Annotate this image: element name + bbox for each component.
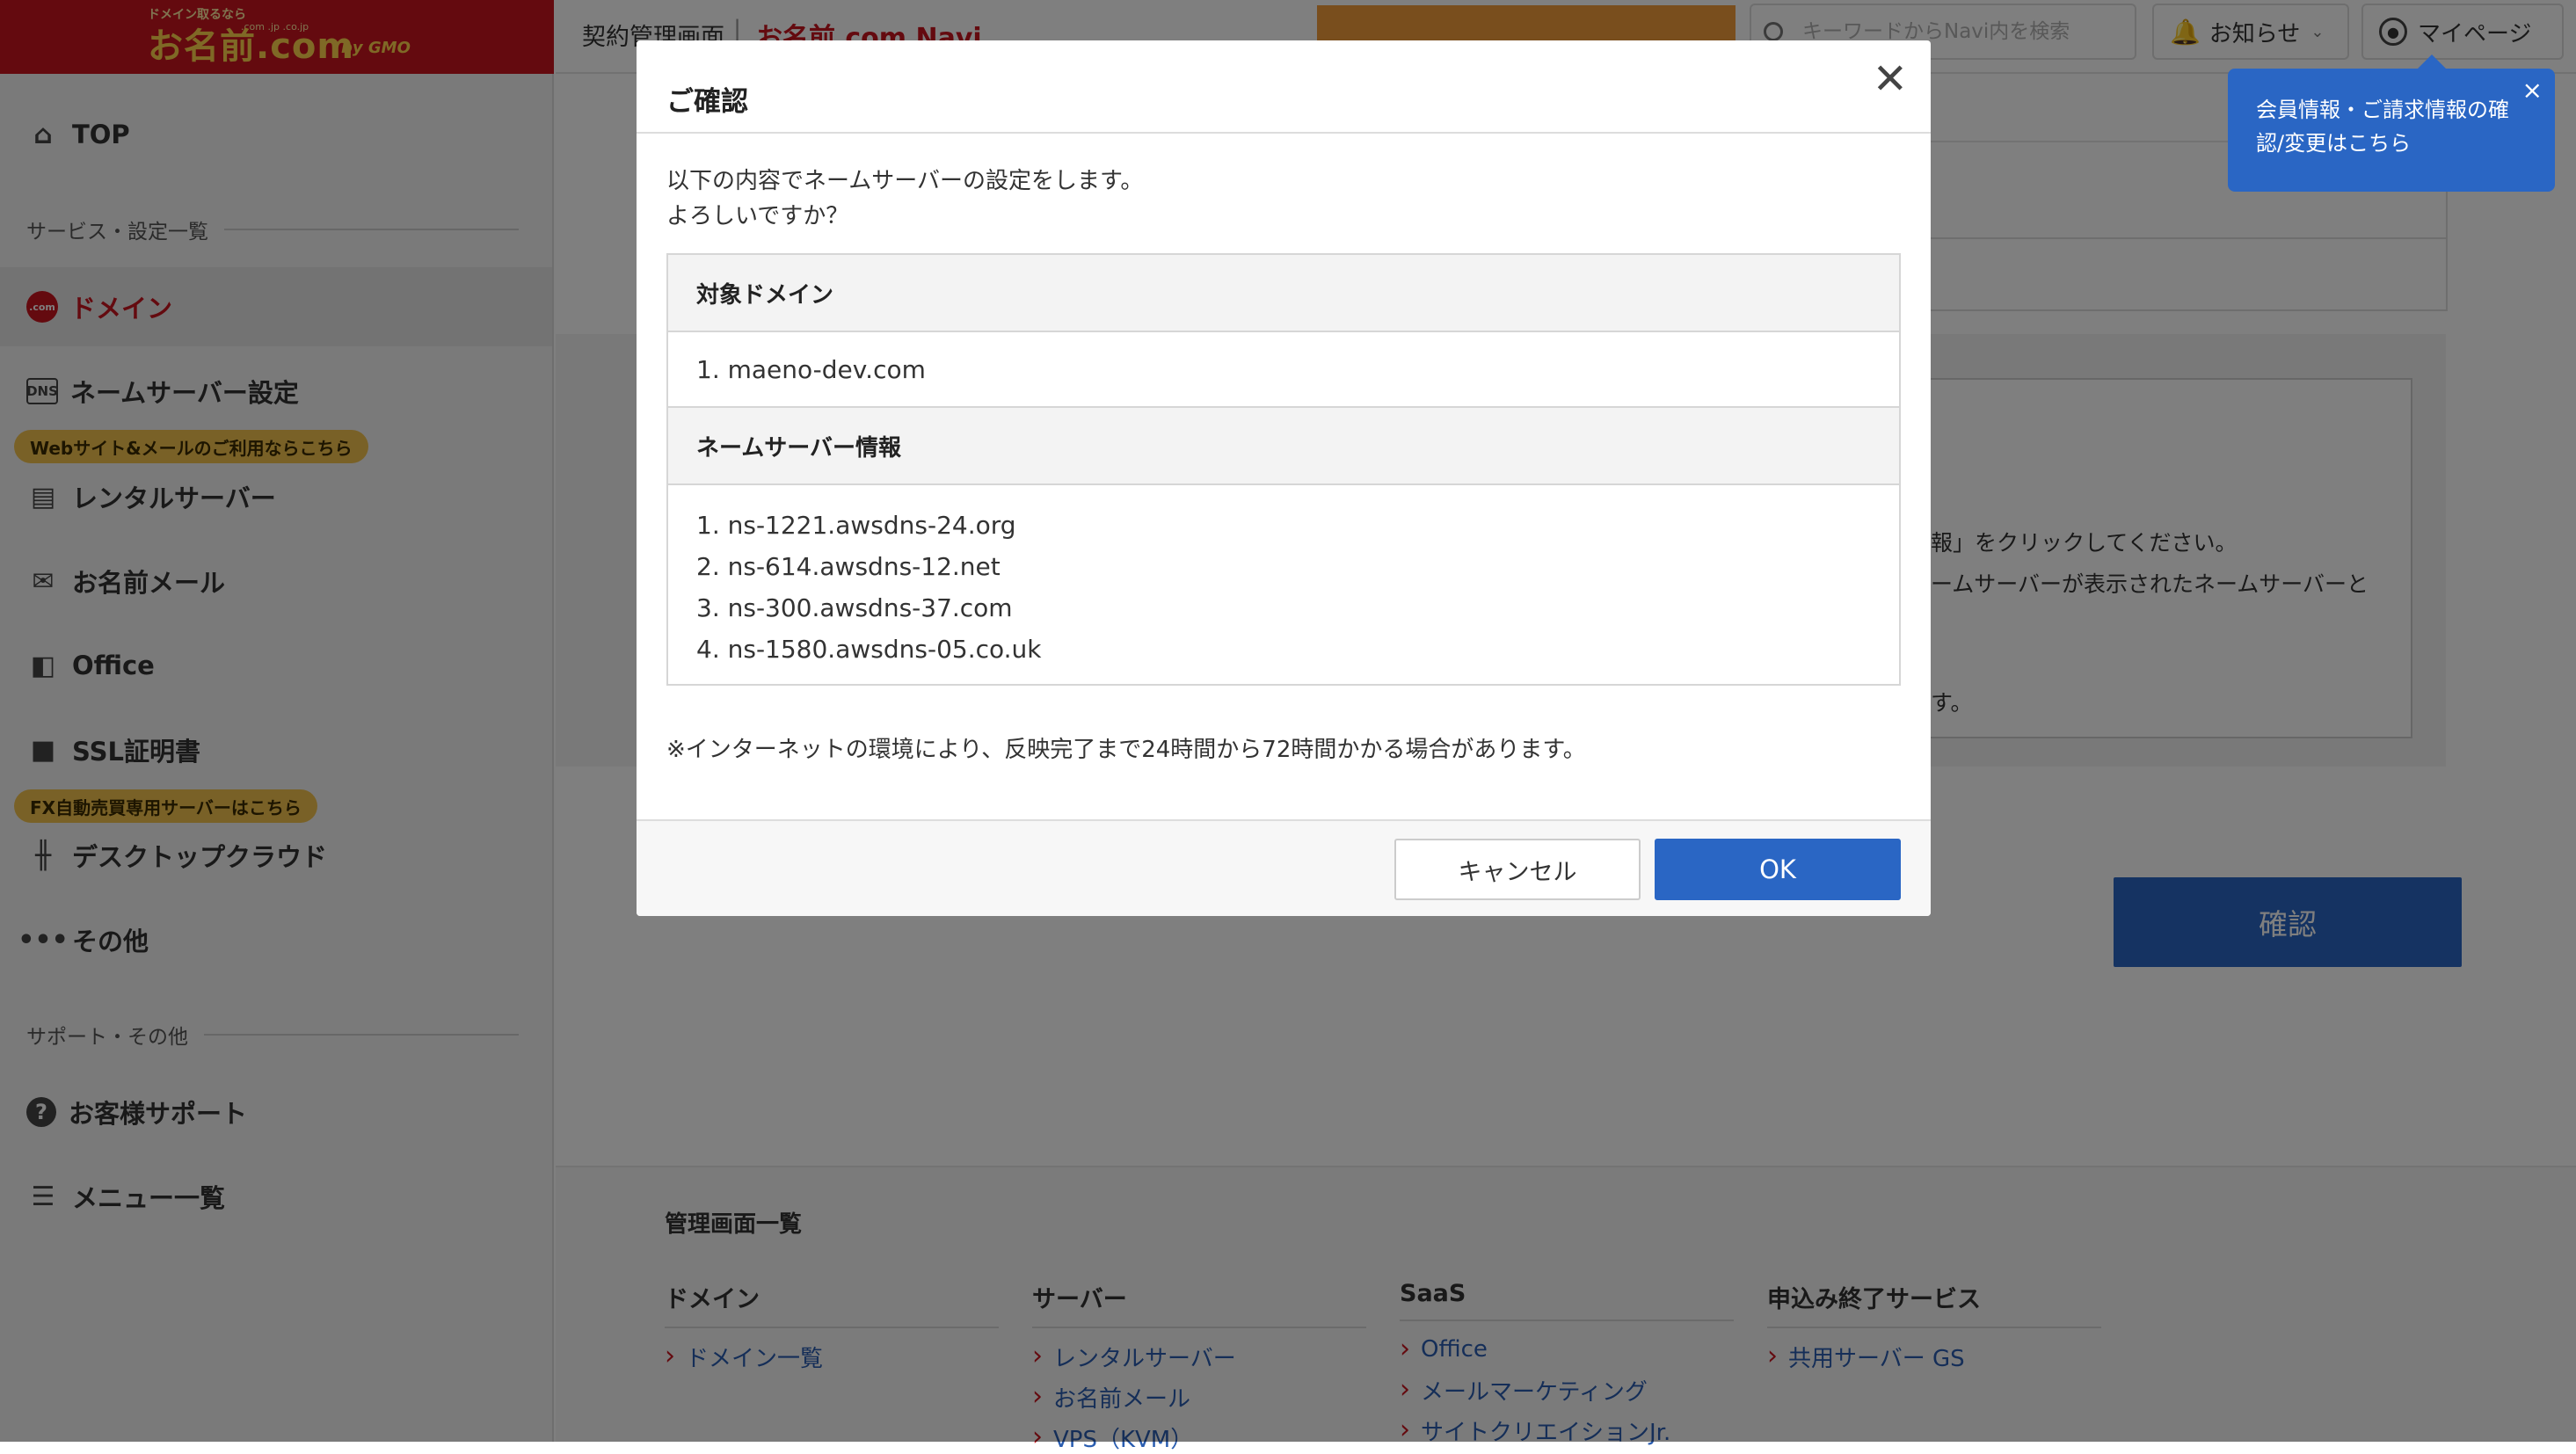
- nameserver-item: 4. ns-1580.awsdns-05.co.uk: [696, 629, 1899, 670]
- nameserver-item: 1. ns-1221.awsdns-24.org: [696, 505, 1899, 546]
- mypage-tooltip[interactable]: 会員情報・ご請求情報の確認/変更はこちら ×: [2228, 69, 2555, 192]
- nameserver-item: 2. ns-614.awsdns-12.net: [696, 546, 1899, 587]
- domain-header: 対象ドメイン: [668, 255, 1899, 332]
- nameserver-list: 1. ns-1221.awsdns-24.org 2. ns-614.awsdn…: [668, 485, 1899, 684]
- dialog-footer: キャンセル OK: [637, 819, 1931, 916]
- dialog-message: 以下の内容でネームサーバーの設定をします。 よろしいですか？: [666, 164, 1143, 234]
- nameserver-item: 3. ns-300.awsdns-37.com: [696, 587, 1899, 629]
- settings-summary-table: 対象ドメイン 1. maeno-dev.com ネームサーバー情報 1. ns-…: [666, 253, 1901, 686]
- cancel-button[interactable]: キャンセル: [1394, 839, 1641, 900]
- tooltip-text: 会員情報・ご請求情報の確認/変更はこちら: [2256, 98, 2509, 156]
- nameserver-header: ネームサーバー情報: [668, 408, 1899, 485]
- dialog-note: ※インターネットの環境により、反映完了まで24時間から72時間かかる場合がありま…: [666, 731, 1586, 764]
- domain-value: 1. maeno-dev.com: [668, 332, 1899, 408]
- close-icon[interactable]: ✕: [1873, 58, 1908, 100]
- confirm-dialog: ご確認 ✕ 以下の内容でネームサーバーの設定をします。 よろしいですか？ 対象ド…: [637, 40, 1931, 916]
- close-icon[interactable]: ×: [2522, 74, 2543, 107]
- dialog-header: ご確認 ✕: [637, 40, 1931, 134]
- dialog-title: ご確認: [666, 79, 748, 119]
- ok-button[interactable]: OK: [1655, 839, 1901, 900]
